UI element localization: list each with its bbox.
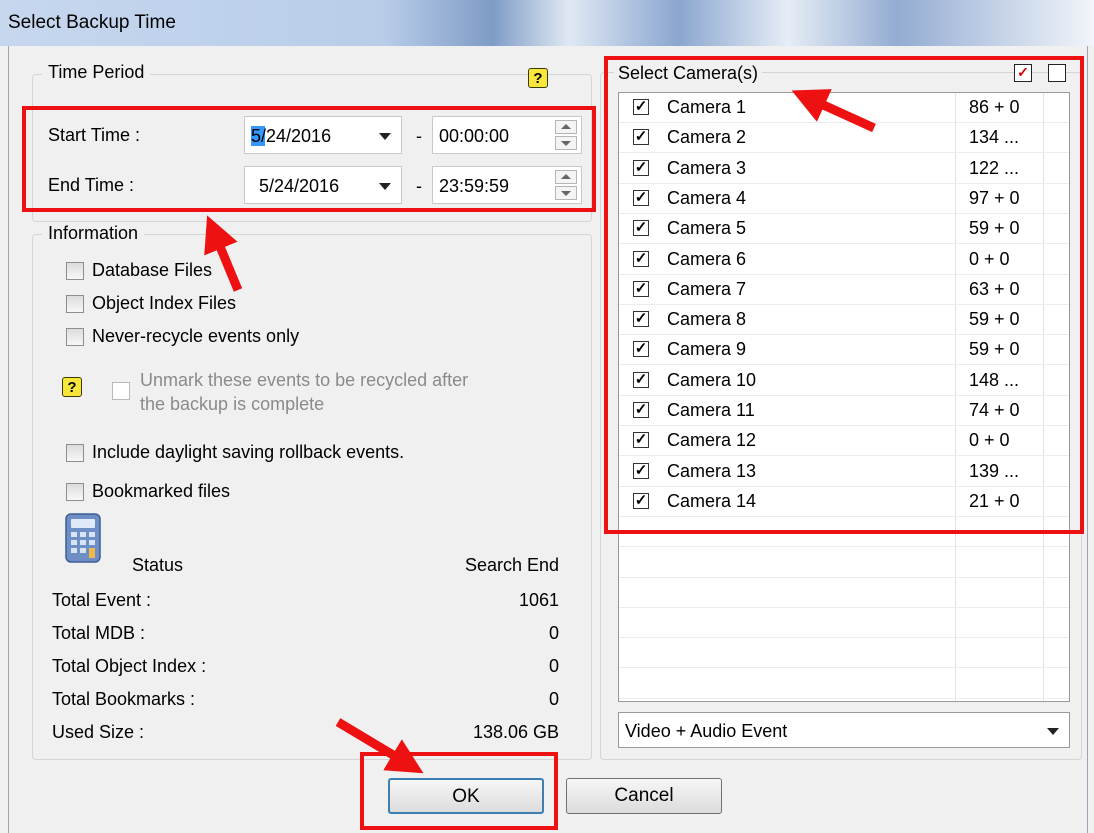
total-bookmarks-value: 0 [548,689,559,709]
total-event-label: Total Event : [52,590,152,610]
event-type-combo[interactable]: Video + Audio Event [618,712,1070,748]
object-index-files-checkbox[interactable] [66,295,84,313]
cancel-button[interactable]: Cancel [566,778,722,814]
information-legend: Information [42,223,145,244]
never-recycle-label: Never-recycle events only [92,326,300,346]
total-event-value: 1061 [518,590,559,610]
used-size-value: 138.06 GB [472,722,559,742]
unmark-recycle-label-line1: Unmark these events to be recycled after [140,370,469,390]
empty-row [619,638,1069,669]
daylight-saving-label: Include daylight saving rollback events. [92,442,405,462]
total-object-index-value: 0 [548,656,559,676]
empty-row [619,548,1069,578]
empty-row [619,669,1069,699]
time-period-legend: Time Period [42,62,151,83]
object-index-files-label: Object Index Files [92,293,237,313]
total-mdb-label: Total MDB : [52,623,146,643]
empty-row [619,578,1069,608]
title-bar: Select Backup Time [0,0,1094,46]
daylight-saving-checkbox[interactable] [66,444,84,462]
calculator-icon [64,512,102,564]
unmark-recycle-checkbox[interactable] [112,382,130,400]
total-object-index-label: Total Object Index : [52,656,207,676]
window-title: Select Backup Time [8,12,176,33]
chevron-down-icon[interactable] [1047,728,1059,735]
unmark-help-icon[interactable]: ? [62,377,82,397]
event-type-value: Video + Audio Event [625,721,788,741]
never-recycle-checkbox[interactable] [66,328,84,346]
status-header-label: Status [132,555,184,575]
total-bookmarks-label: Total Bookmarks : [52,689,196,709]
total-mdb-value: 0 [548,623,559,643]
annotation-box-ok [360,752,558,830]
bookmarked-files-label: Bookmarked files [92,481,231,501]
database-files-label: Database Files [92,260,213,280]
used-size-label: Used Size : [52,722,145,742]
unmark-recycle-label-line2: the backup is complete [140,394,325,414]
bookmarked-files-checkbox[interactable] [66,483,84,501]
annotation-box-cameras [604,56,1084,534]
status-header-value: Search End [464,555,559,575]
annotation-box-time [22,106,596,212]
empty-row [619,608,1069,639]
time-period-help-icon[interactable]: ? [528,68,548,88]
database-files-checkbox[interactable] [66,262,84,280]
